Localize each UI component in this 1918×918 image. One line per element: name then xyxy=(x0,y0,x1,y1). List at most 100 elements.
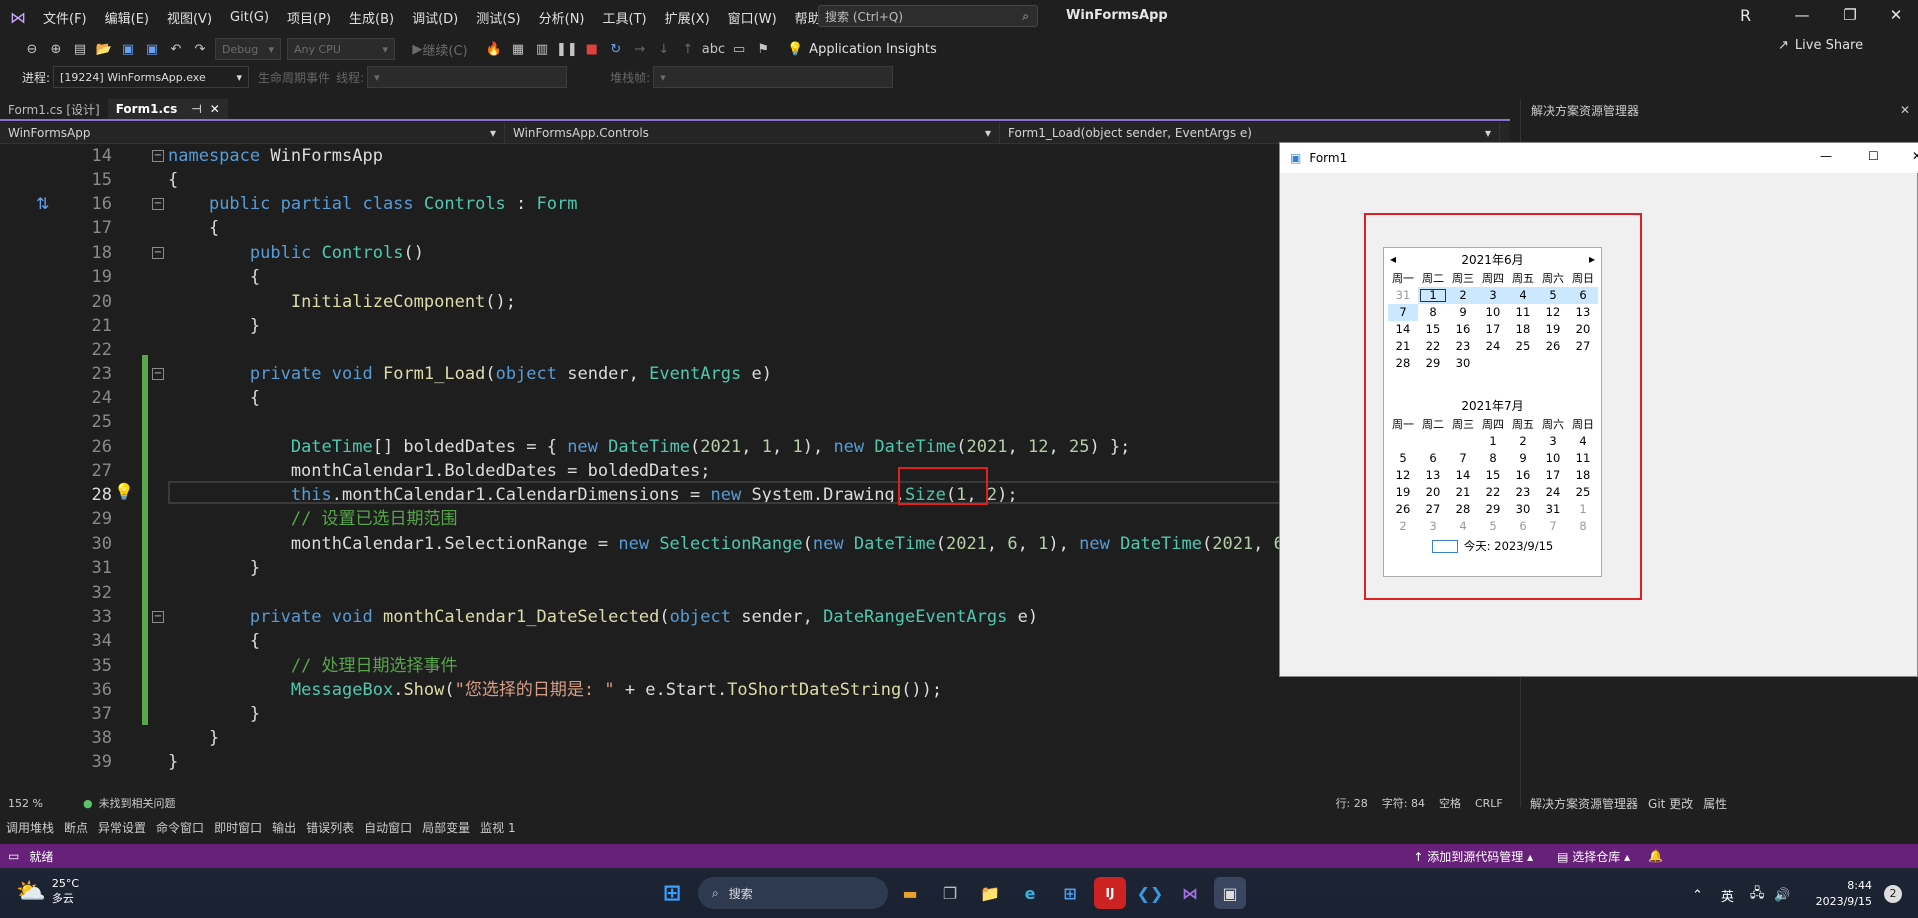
tab-watch[interactable]: 监视 1 xyxy=(480,819,515,836)
day-cell[interactable]: 17 xyxy=(1538,467,1568,484)
day-cell[interactable]: 11 xyxy=(1508,304,1538,321)
day-cell[interactable]: 14 xyxy=(1448,467,1478,484)
day-cell[interactable]: 7 xyxy=(1448,450,1478,467)
panel-close-icon[interactable]: ✕ xyxy=(1900,103,1910,117)
tray-chevron-icon[interactable]: ⌃ xyxy=(1692,888,1703,903)
network-icon[interactable]: 🖧 xyxy=(1750,884,1765,906)
volume-icon[interactable]: 🔊 xyxy=(1774,888,1790,903)
tab-error-list[interactable]: 错误列表 xyxy=(306,819,354,836)
tab-form1-cs[interactable]: Form1.cs ⊣ ✕ xyxy=(107,99,228,119)
day-cell[interactable]: 12 xyxy=(1538,304,1568,321)
spell-icon[interactable]: abc xyxy=(702,38,725,60)
menu-file[interactable]: 文件(F) xyxy=(34,8,96,27)
day-cell[interactable]: 9 xyxy=(1508,450,1538,467)
close-tab-icon[interactable]: ✕ xyxy=(210,102,220,116)
day-cell[interactable]: 27 xyxy=(1418,501,1448,518)
ime-indicator[interactable]: 英 xyxy=(1721,886,1734,905)
task-view-icon[interactable]: ❐ xyxy=(934,877,966,909)
form-app-icon[interactable]: ▣ xyxy=(1214,877,1246,909)
search-input[interactable]: 搜索 (Ctrl+Q) ⌕ xyxy=(818,5,1038,27)
day-cell[interactable]: 8 xyxy=(1568,518,1598,535)
visual-studio-icon[interactable]: ⋈ xyxy=(1174,877,1206,909)
day-cell[interactable]: 4 xyxy=(1568,433,1598,450)
forward-icon[interactable]: ⊕ xyxy=(46,38,66,60)
taskbar-search[interactable]: ⌕ 搜索 xyxy=(698,877,888,909)
tab-exception-settings[interactable]: 异常设置 xyxy=(98,819,146,836)
explorer-icon[interactable]: 📁 xyxy=(974,877,1006,909)
lifecycle-events[interactable]: 生命周期事件 xyxy=(258,69,330,86)
day-cell[interactable]: 8 xyxy=(1478,450,1508,467)
menu-git[interactable]: Git(G) xyxy=(221,10,278,25)
day-cell[interactable]: 4 xyxy=(1508,287,1538,304)
form-minimize-icon[interactable]: — xyxy=(1820,149,1832,163)
day-cell[interactable]: 7 xyxy=(1538,518,1568,535)
insights-button[interactable]: Application Insights xyxy=(809,38,937,60)
undo-icon[interactable]: ↶ xyxy=(166,38,186,60)
notification-badge[interactable]: 2 xyxy=(1884,885,1902,903)
day-cell[interactable]: 30 xyxy=(1448,355,1478,372)
tab-properties[interactable]: 属性 xyxy=(1703,795,1727,812)
menu-test[interactable]: 测试(S) xyxy=(467,8,529,27)
tab-output[interactable]: 输出 xyxy=(272,819,296,836)
menu-project[interactable]: 项目(P) xyxy=(278,8,340,27)
day-cell[interactable]: 31 xyxy=(1538,501,1568,518)
save-icon[interactable]: ▣ xyxy=(118,38,138,60)
day-cell[interactable]: 18 xyxy=(1508,321,1538,338)
day-cell[interactable]: 6 xyxy=(1568,287,1598,304)
day-cell[interactable]: 2 xyxy=(1388,518,1418,535)
stack-frame-select[interactable]: ▾ xyxy=(653,66,894,88)
day-cell[interactable]: 1 xyxy=(1478,433,1508,450)
avatar[interactable]: R xyxy=(1740,6,1751,25)
day-cell[interactable]: 10 xyxy=(1538,450,1568,467)
line-indicator[interactable]: 行: 28 xyxy=(1336,795,1368,811)
back-icon[interactable]: ⊖ xyxy=(22,38,42,60)
next-month-icon[interactable]: ▸ xyxy=(1589,252,1595,266)
open-icon[interactable]: 📂 xyxy=(94,38,114,60)
day-cell[interactable]: 24 xyxy=(1538,484,1568,501)
save-all-icon[interactable]: ▣ xyxy=(142,38,162,60)
day-cell[interactable]: 23 xyxy=(1508,484,1538,501)
menu-analyze[interactable]: 分析(N) xyxy=(530,8,594,27)
day-cell[interactable]: 25 xyxy=(1508,338,1538,355)
override-marker-icon[interactable]: ⇅ xyxy=(36,194,49,213)
day-cell[interactable]: 24 xyxy=(1478,338,1508,355)
tab-autos[interactable]: 自动窗口 xyxy=(364,819,412,836)
browse-icon[interactable]: ▦ xyxy=(508,38,528,60)
code-editor[interactable]: 14− namespace WinFormsApp 15{ 16− public … xyxy=(0,144,1496,792)
day-cell[interactable]: 17 xyxy=(1478,321,1508,338)
bookmark-icon[interactable]: ⚑ xyxy=(753,38,773,60)
day-cell[interactable]: 7 xyxy=(1388,304,1418,321)
tab-command-window[interactable]: 命令窗口 xyxy=(156,819,204,836)
stop-icon[interactable]: ■ xyxy=(582,38,602,60)
today-row[interactable]: 今天: 2023/9/15 xyxy=(1384,537,1601,555)
day-cell[interactable]: 22 xyxy=(1418,338,1448,355)
step-out-icon[interactable]: ↑ xyxy=(678,38,698,60)
day-cell[interactable]: 30 xyxy=(1508,501,1538,518)
weather-widget[interactable]: ⛅ 25°C 多云 xyxy=(16,876,79,906)
month-title-july[interactable]: 2021年7月 xyxy=(1461,397,1523,414)
day-cell[interactable]: 18 xyxy=(1568,467,1598,484)
day-cell[interactable]: 23 xyxy=(1448,338,1478,355)
menu-view[interactable]: 视图(V) xyxy=(158,8,221,27)
space-indicator[interactable]: 空格 xyxy=(1439,795,1461,811)
day-cell[interactable]: 6 xyxy=(1418,450,1448,467)
day-cell[interactable]: 2 xyxy=(1448,287,1478,304)
day-cell[interactable]: 8 xyxy=(1418,304,1448,321)
thread-select[interactable]: ▾ xyxy=(367,66,568,88)
process-select[interactable]: [19224] WinFormsApp.exe ▾ xyxy=(53,66,250,88)
minimize-icon[interactable]: — xyxy=(1782,6,1822,24)
day-cell[interactable]: 26 xyxy=(1388,501,1418,518)
day-cell[interactable]: 3 xyxy=(1538,433,1568,450)
menu-extensions[interactable]: 扩展(X) xyxy=(656,8,719,27)
pause-icon[interactable]: ❚❚ xyxy=(556,38,578,60)
tab-git-changes[interactable]: Git 更改 xyxy=(1648,795,1693,812)
continue-button[interactable]: ▶ 继续(C) xyxy=(400,38,480,60)
day-cell[interactable]: 31 xyxy=(1388,287,1418,304)
store-icon[interactable]: ⊞ xyxy=(1054,877,1086,909)
day-cell[interactable]: 27 xyxy=(1568,338,1598,355)
day-cell[interactable]: 2 xyxy=(1508,433,1538,450)
day-cell[interactable]: 21 xyxy=(1448,484,1478,501)
pin-icon[interactable]: ⊣ xyxy=(191,102,201,116)
widget-icon[interactable]: ▬ xyxy=(894,877,926,909)
issues-label[interactable]: 未找到相关问题 xyxy=(99,795,176,811)
